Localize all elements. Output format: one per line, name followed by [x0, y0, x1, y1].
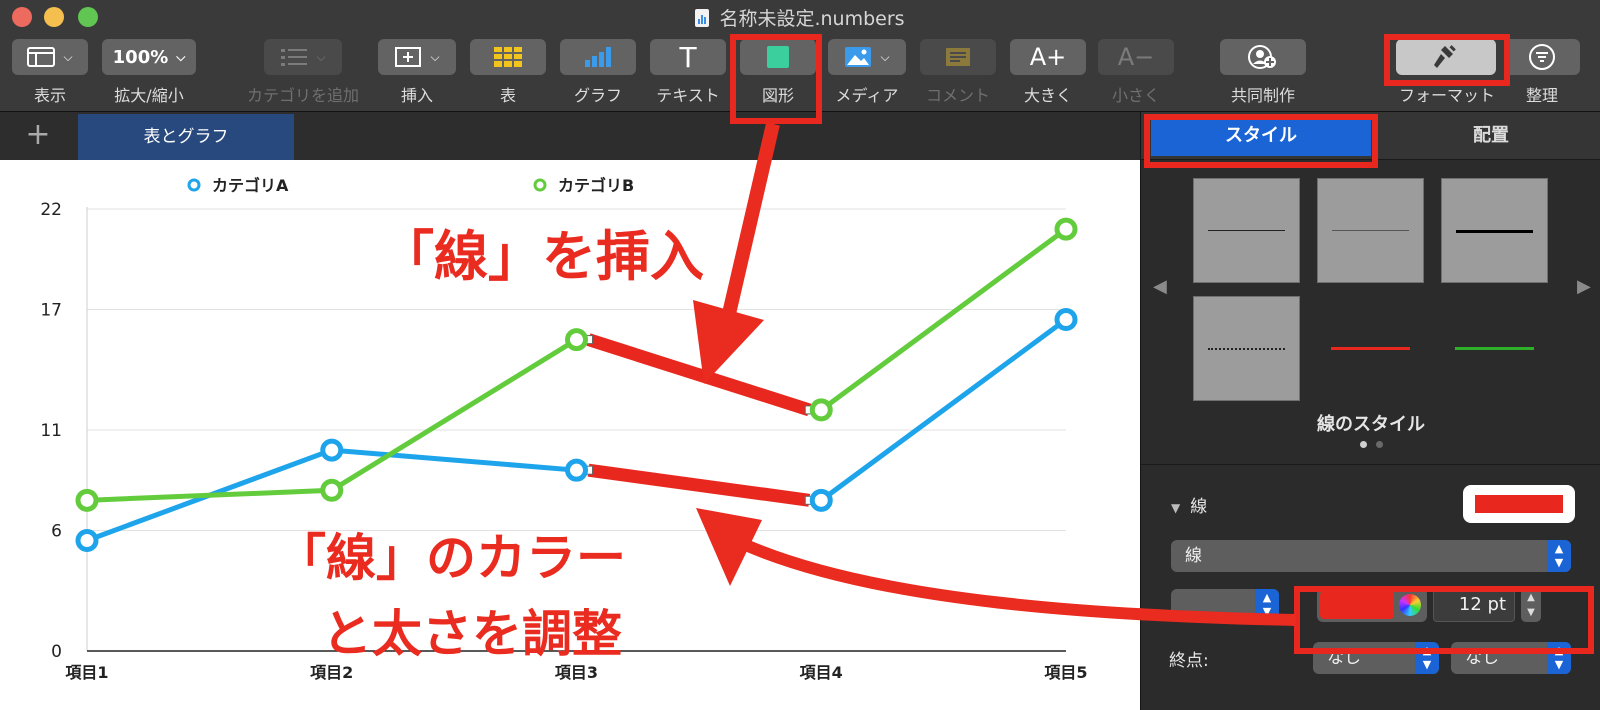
organize-icon	[1529, 44, 1555, 70]
image-icon	[845, 47, 872, 67]
add-category-button[interactable]: ⌵ カテゴリを追加	[247, 34, 359, 110]
line-type-select[interactable]: 線 ▲ ▼	[1171, 540, 1571, 572]
line-style-swatch-red[interactable]	[1317, 296, 1424, 401]
inserted-red-line	[587, 463, 811, 507]
highlight-line-controls	[1294, 586, 1594, 654]
font-bigger-icon: A+	[1029, 43, 1067, 71]
chevron-down-icon: ⌵	[880, 49, 890, 64]
table-icon	[494, 47, 522, 67]
legend-marker	[533, 178, 547, 192]
page-dot[interactable]	[1376, 441, 1383, 448]
divider	[1141, 464, 1600, 465]
x-tick-label: 項目5	[1044, 663, 1087, 682]
organize-button[interactable]: 整理	[1504, 34, 1580, 110]
zoom-value: 100%	[112, 46, 169, 68]
data-point	[809, 398, 833, 422]
disclosure-triangle-icon: ▼	[1171, 501, 1181, 515]
legend-label: カテゴリB	[558, 176, 634, 195]
collaborate-icon	[1248, 45, 1276, 69]
highlight-style-tab	[1144, 114, 1378, 168]
zoom-button[interactable]: 100% ⌵ 拡大/縮小	[102, 34, 196, 110]
data-point	[1054, 217, 1078, 241]
endpoints-label: 終点:	[1169, 651, 1209, 671]
line-style-swatch[interactable]	[1193, 296, 1300, 401]
zoom-label: 拡大/縮小	[114, 86, 184, 105]
font-smaller-icon: A−	[1117, 43, 1155, 71]
data-point	[565, 458, 588, 482]
x-tick-label: 項目1	[65, 663, 108, 682]
chevron-right-icon[interactable]: ▶	[1577, 276, 1591, 297]
collaborate-button[interactable]: 共同制作	[1220, 34, 1306, 110]
line-section-header[interactable]: ▼ 線	[1171, 492, 1207, 517]
data-point	[75, 529, 99, 552]
chevron-down-icon: ⌵	[63, 49, 73, 64]
inserted-red-line	[586, 333, 812, 417]
line-color-well[interactable]	[1463, 485, 1575, 523]
y-tick-label: 22	[40, 200, 62, 220]
legend-label: カテゴリA	[212, 176, 289, 195]
line-style-swatch[interactable]	[1317, 178, 1424, 283]
y-tick-label: 0	[51, 642, 62, 662]
chevron-down-icon: ⌵	[316, 49, 326, 64]
data-point	[565, 328, 588, 352]
collaborate-label: 共同制作	[1230, 86, 1295, 105]
annotation-adjust-line-2: と太さを調整	[322, 605, 622, 663]
y-tick-label: 6	[51, 521, 62, 541]
window-title: 名称未設定.numbers	[0, 4, 1600, 31]
page-dot-active[interactable]	[1360, 441, 1367, 448]
line-style-caption: 線のスタイル	[1317, 414, 1425, 435]
insert-icon	[395, 47, 422, 67]
legend-item: カテゴリA	[187, 176, 289, 195]
title-bar: 名称未設定.numbers	[0, 0, 1600, 34]
annotation-adjust-line-1: 「線」のカラー	[276, 529, 626, 587]
legend-item: カテゴリB	[533, 176, 634, 195]
tab-arrange[interactable]: 配置	[1391, 116, 1591, 156]
data-point	[320, 438, 344, 462]
sheet-tab-active[interactable]: 表とグラフ	[78, 114, 294, 160]
line-pattern-select[interactable]: ▲ ▼	[1171, 589, 1279, 621]
annotation-insert-line: 「線」を挿入	[380, 225, 704, 288]
highlight-shape-button	[730, 34, 822, 124]
select-arrows-icon: ▲ ▼	[1547, 540, 1571, 572]
bar-chart-icon	[585, 47, 611, 67]
list-icon	[281, 49, 308, 66]
line-style-swatch[interactable]	[1441, 178, 1548, 283]
y-tick-label: 17	[40, 300, 62, 320]
smaller-button[interactable]: A− 小さく	[1098, 34, 1174, 110]
add-sheet-button[interactable]: +	[18, 118, 58, 154]
data-point	[75, 488, 99, 512]
data-point	[809, 488, 833, 512]
sheet-tab-bar: + 表とグラフ	[0, 112, 1140, 160]
line-style-swatch[interactable]	[1193, 178, 1300, 283]
line-style-swatch-green[interactable]	[1441, 296, 1548, 401]
highlight-format-button	[1384, 34, 1510, 86]
chevron-down-icon: ⌵	[430, 49, 440, 64]
data-point	[1054, 308, 1078, 331]
x-tick-label: 項目4	[800, 663, 843, 682]
chevron-left-icon[interactable]: ◀	[1153, 276, 1167, 297]
numbers-document-icon	[695, 9, 710, 27]
chevron-down-icon: ⌵	[176, 49, 186, 64]
legend-marker	[187, 178, 201, 192]
data-point	[320, 478, 344, 502]
text-icon: T	[679, 40, 697, 74]
select-arrows-icon: ▲ ▼	[1255, 589, 1279, 621]
sidebar-icon	[27, 47, 56, 67]
comment-icon	[946, 48, 970, 66]
y-tick-label: 11	[40, 421, 62, 441]
